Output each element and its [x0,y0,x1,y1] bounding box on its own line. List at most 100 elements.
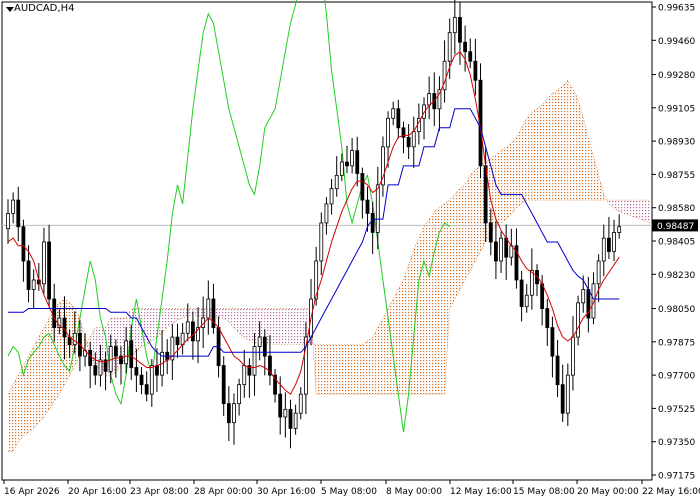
candle-body [504,237,509,258]
candle-body [550,327,555,357]
cloud-segment [398,280,404,395]
candle-body [93,365,98,376]
cloud-segment [382,308,389,395]
candle-body [427,93,432,106]
candle-body [175,336,180,346]
candle-body [560,384,565,414]
cloud-segment [18,365,24,442]
candle-body [298,393,303,414]
candle-body [391,108,396,119]
x-tick-label: 23 Apr 08:00 [130,487,189,497]
plot-frame [1,1,653,481]
candle-body [47,241,51,300]
cloud-segment [367,337,373,395]
cloud-segment [567,80,573,201]
cloud-segment [531,108,538,201]
candle-body [124,340,129,365]
cloud-segment [449,194,455,309]
candlestick-chart[interactable]: 0.99635 0.99460 0.99280 0.99105 0.98930 0.987… [0,0,700,500]
cloud-segment [285,308,291,345]
x-tick-label: 15 May 08:00 [513,487,575,497]
time-axis[interactable]: 16 Apr 2026 20 Apr 16:00 23 Apr 08:00 28 Ap… [3,480,700,497]
candle-body [324,203,329,224]
cloud-segment [619,200,625,214]
cloud-segment [624,200,630,216]
y-tick-label: 0.99635 [658,4,695,14]
symbol-timeframe-label: AUDCAD,H4 [14,3,75,14]
cloud-segment [249,308,255,343]
cloud-segment [239,308,245,338]
candle-body [360,173,365,201]
cloud-segment [629,200,635,218]
chart-menu-arrow-icon[interactable] [6,7,14,12]
candle-body [319,222,324,262]
cloud-segment [357,344,363,395]
candle-body [396,108,401,129]
y-tick-label: 0.98230 [658,271,695,281]
cloud-segment [346,344,353,395]
candle-body [262,336,267,357]
candle-body [283,408,288,418]
x-tick-label: 5 May 08:00 [321,487,377,497]
candle-body [447,32,452,62]
candle-body [242,365,247,386]
x-tick-label: 16 Apr 2026 [4,487,60,497]
y-tick-label: 0.97350 [658,438,695,448]
candle-body [473,60,478,81]
candle-body [452,17,457,34]
candle-body [108,346,113,372]
candle-body [617,226,622,233]
x-tick-label: 30 Apr 16:00 [257,487,316,497]
candle-body [540,283,545,309]
x-tick-label: 28 Apr 00:00 [194,487,253,497]
candle-body [6,213,10,230]
cloud-segment [336,344,342,395]
price-axis[interactable]: 0.99635 0.99460 0.99280 0.99105 0.98930 0.987… [652,4,695,482]
cloud-segment [470,169,476,271]
candle-body [355,150,360,174]
cloud-segment [8,384,14,452]
cloud-segment [454,188,460,300]
candle-body [565,374,570,414]
cloud-segment [557,85,563,201]
candle-body [494,241,498,262]
cloud-segment [475,165,481,261]
cloud-segment [634,200,640,220]
cloud-segment [490,154,496,233]
cloud-segment [547,93,553,201]
candle-body [370,213,375,233]
cloud-segment [516,127,522,208]
y-tick-label: 0.97525 [658,405,695,415]
candle-body [545,308,550,328]
candle-body [113,346,118,357]
cloud-segment [290,308,296,345]
candle-body [581,289,586,304]
cloud-segment [408,249,414,395]
cloud-segment [151,308,157,341]
cloud-segment [352,344,358,395]
candle-body [278,393,283,418]
candle-body [134,367,139,376]
current-price-box: 0.98487 [652,219,698,232]
x-tick-label: 8 May 00:00 [386,487,442,497]
cloud-segment [465,175,471,280]
candle-body [206,298,211,319]
candle-body [190,321,195,342]
candle-body [365,199,370,214]
cloud-segment [377,318,383,395]
cloud-segment [280,308,286,345]
candle-body [499,237,503,262]
candle-body [185,321,190,334]
candle-body [52,298,57,328]
current-price-label: 0.98487 [657,222,694,232]
candle-body [458,17,462,43]
candle-body [21,226,26,262]
candle-body [345,161,349,167]
cloud-segment [542,99,548,201]
candle-body [221,365,226,405]
candle-body [226,403,231,424]
candle-body [339,161,344,176]
cloud-segment [424,219,430,395]
candle-body [293,412,298,429]
candle-body [16,199,21,228]
